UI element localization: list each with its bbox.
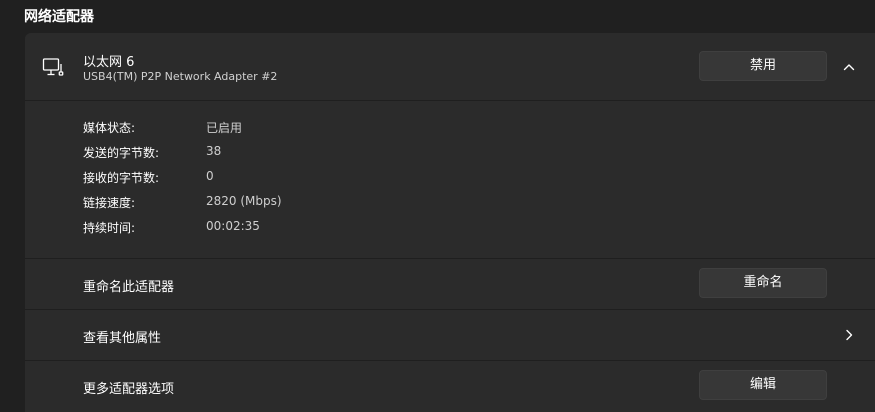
chevron-up-icon[interactable] — [841, 59, 857, 75]
adapter-name: 以太网 6 — [83, 55, 135, 70]
adapter-description: USB4(TM) P2P Network Adapter #2 — [83, 70, 278, 83]
adapter-card: 以太网 6 USB4(TM) P2P Network Adapter #2 禁用… — [25, 33, 875, 412]
disable-button[interactable]: 禁用 — [699, 51, 827, 81]
detail-label-link-speed: 链接速度: — [83, 196, 136, 210]
view-properties-label: 查看其他属性 — [83, 331, 162, 346]
detail-value-duration: 00:02:35 — [206, 219, 260, 233]
network-adapter-page: 网络适配器 以太网 6 USB4(TM) P2P Network Adapter… — [0, 0, 875, 412]
detail-label-media-status: 媒体状态: — [83, 121, 136, 135]
chevron-right-icon — [841, 327, 857, 343]
rename-adapter-row: 重命名此适配器 重命名 — [25, 259, 875, 309]
detail-label-duration: 持续时间: — [83, 221, 136, 235]
rename-button[interactable]: 重命名 — [699, 268, 827, 298]
view-properties-row[interactable]: 查看其他属性 — [25, 310, 875, 360]
adapter-header[interactable]: 以太网 6 USB4(TM) P2P Network Adapter #2 禁用 — [25, 33, 875, 100]
edit-button[interactable]: 编辑 — [699, 370, 827, 400]
detail-value-bytes-sent: 38 — [206, 144, 222, 158]
detail-label-bytes-received: 接收的字节数: — [83, 171, 160, 185]
monitor-network-icon — [41, 55, 65, 79]
section-title: 网络适配器 — [24, 9, 94, 25]
detail-value-bytes-received: 0 — [206, 169, 214, 183]
more-adapter-options-label: 更多适配器选项 — [83, 382, 175, 397]
adapter-details: 媒体状态: 已启用 发送的字节数: 38 接收的字节数: 0 链接速度: 282… — [25, 101, 875, 258]
detail-value-media-status: 已启用 — [206, 121, 243, 135]
detail-label-bytes-sent: 发送的字节数: — [83, 146, 160, 160]
detail-value-link-speed: 2820 (Mbps) — [206, 194, 282, 208]
rename-adapter-label: 重命名此适配器 — [83, 280, 175, 295]
more-adapter-options-row: 更多适配器选项 编辑 — [25, 361, 875, 412]
